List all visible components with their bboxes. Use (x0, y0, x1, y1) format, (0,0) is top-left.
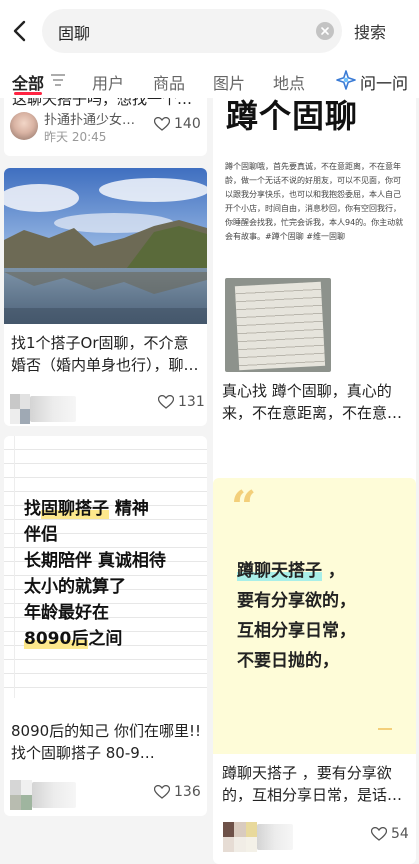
like-button[interactable]: 131 (158, 394, 205, 410)
like-button[interactable]: 140 (154, 116, 201, 132)
note-title: 这聊天搭子吗，想找一个… (12, 98, 193, 108)
search-query[interactable]: 固聊 (58, 20, 90, 44)
cover-text: 互相分享日常， (237, 621, 356, 641)
note-card[interactable]: 这聊天搭子吗，想找一个… 扑通扑通少女… 昨天 20:45 140 (4, 98, 207, 156)
note-title: 8090后的知己 你们在哪里!! 找个固聊搭子 80-9… (11, 722, 201, 762)
note-title: 蹲聊天搭子 ，要有分享欲的，互相分享日常，是话… (222, 764, 403, 804)
cover-text: 找 (24, 499, 41, 519)
results-feed: 这聊天搭子吗，想找一个… 扑通扑通少女… 昨天 20:45 140 找1个搭子O… (0, 98, 419, 864)
cover-text: ， (322, 561, 345, 581)
cover-text-highlight: 固聊搭子 (41, 499, 109, 519)
like-count: 136 (174, 784, 201, 800)
tab-images[interactable]: 图片 (213, 70, 245, 94)
filter-icon[interactable] (51, 74, 65, 86)
note-title: 找1个搭子Or固聊，不介意婚否（婚内单身也行），聊… (11, 334, 199, 374)
tab-all[interactable]: 全部 (12, 70, 44, 94)
note-author (30, 396, 76, 422)
note-author (32, 782, 76, 808)
cover-heading: 蹲个固聊 (226, 98, 359, 135)
tab-users[interactable]: 用户 (92, 70, 124, 94)
note-photo (4, 168, 207, 324)
heart-icon (158, 395, 174, 409)
like-button[interactable]: 54 (371, 826, 409, 842)
cover-text: 伴侣 (24, 525, 58, 545)
cover-embedded-photo (225, 278, 331, 372)
cover-text: 要有分享欲的， (237, 591, 356, 611)
quote-icon: “ (231, 482, 257, 533)
note-card[interactable]: “ 蹲聊天搭子 ， 要有分享欲的， 互相分享日常， 不要日抛的， 蹲聊天搭子 ，… (213, 478, 416, 864)
tab-ask[interactable]: 问一问 (360, 70, 408, 94)
like-count: 131 (178, 394, 205, 410)
note-date: 昨天 20:45 (44, 130, 107, 144)
like-button[interactable]: 136 (154, 784, 201, 800)
cover-text-highlight: 8090后 (24, 629, 89, 649)
cover-body-text: 蹲个固聊哦，首先要真诚，不在意距离，不在意年龄，做一个无话不说的好朋友，可以不见… (225, 162, 404, 241)
clear-icon[interactable] (316, 22, 334, 40)
note-author (257, 824, 293, 850)
note-author[interactable]: 扑通扑通少女… (44, 109, 135, 128)
quote-end-mark (378, 728, 392, 730)
cover-text: 年龄最好在 (24, 603, 109, 623)
tab-active-indicator (14, 92, 42, 95)
cover-text: 不要日抛的， (237, 651, 339, 671)
heart-icon (371, 827, 387, 841)
tab-places[interactable]: 地点 (273, 70, 305, 94)
avatar (10, 394, 30, 424)
note-card[interactable]: 找1个搭子Or固聊，不介意婚否（婚内单身也行），聊… 131 (4, 168, 207, 426)
ask-sparkle-icon[interactable] (336, 70, 356, 90)
back-arrow-icon[interactable] (8, 16, 32, 46)
avatar (10, 112, 38, 140)
search-tabs: 全部 用户 商品 图片 地点 问一问 (0, 62, 419, 98)
like-count: 54 (391, 826, 409, 842)
avatar (223, 822, 257, 852)
note-card[interactable]: 找固聊搭子 精神 伴侣 长期陪伴 真诚相待 太小的就算了 年龄最好在 8090后… (4, 436, 207, 816)
cover-text: 之间 (88, 629, 123, 649)
cover-text: 长期陪伴 真诚相待 (24, 551, 166, 571)
like-count: 140 (174, 116, 201, 132)
search-header: 固聊 搜索 (0, 0, 419, 62)
cover-text-highlight: 蹲聊天搭子 (237, 561, 322, 581)
search-input[interactable]: 固聊 (42, 9, 342, 53)
heart-icon (154, 117, 170, 131)
heart-icon (154, 785, 170, 799)
tab-products[interactable]: 商品 (153, 70, 185, 94)
avatar (10, 780, 32, 810)
search-button[interactable]: 搜索 (354, 19, 386, 43)
cover-text: 精神 (109, 499, 149, 519)
note-title: 真心找 蹲个固聊，真心的来，不在意距离，不在意… (222, 382, 403, 422)
cover-text: 太小的就算了 (24, 577, 126, 597)
